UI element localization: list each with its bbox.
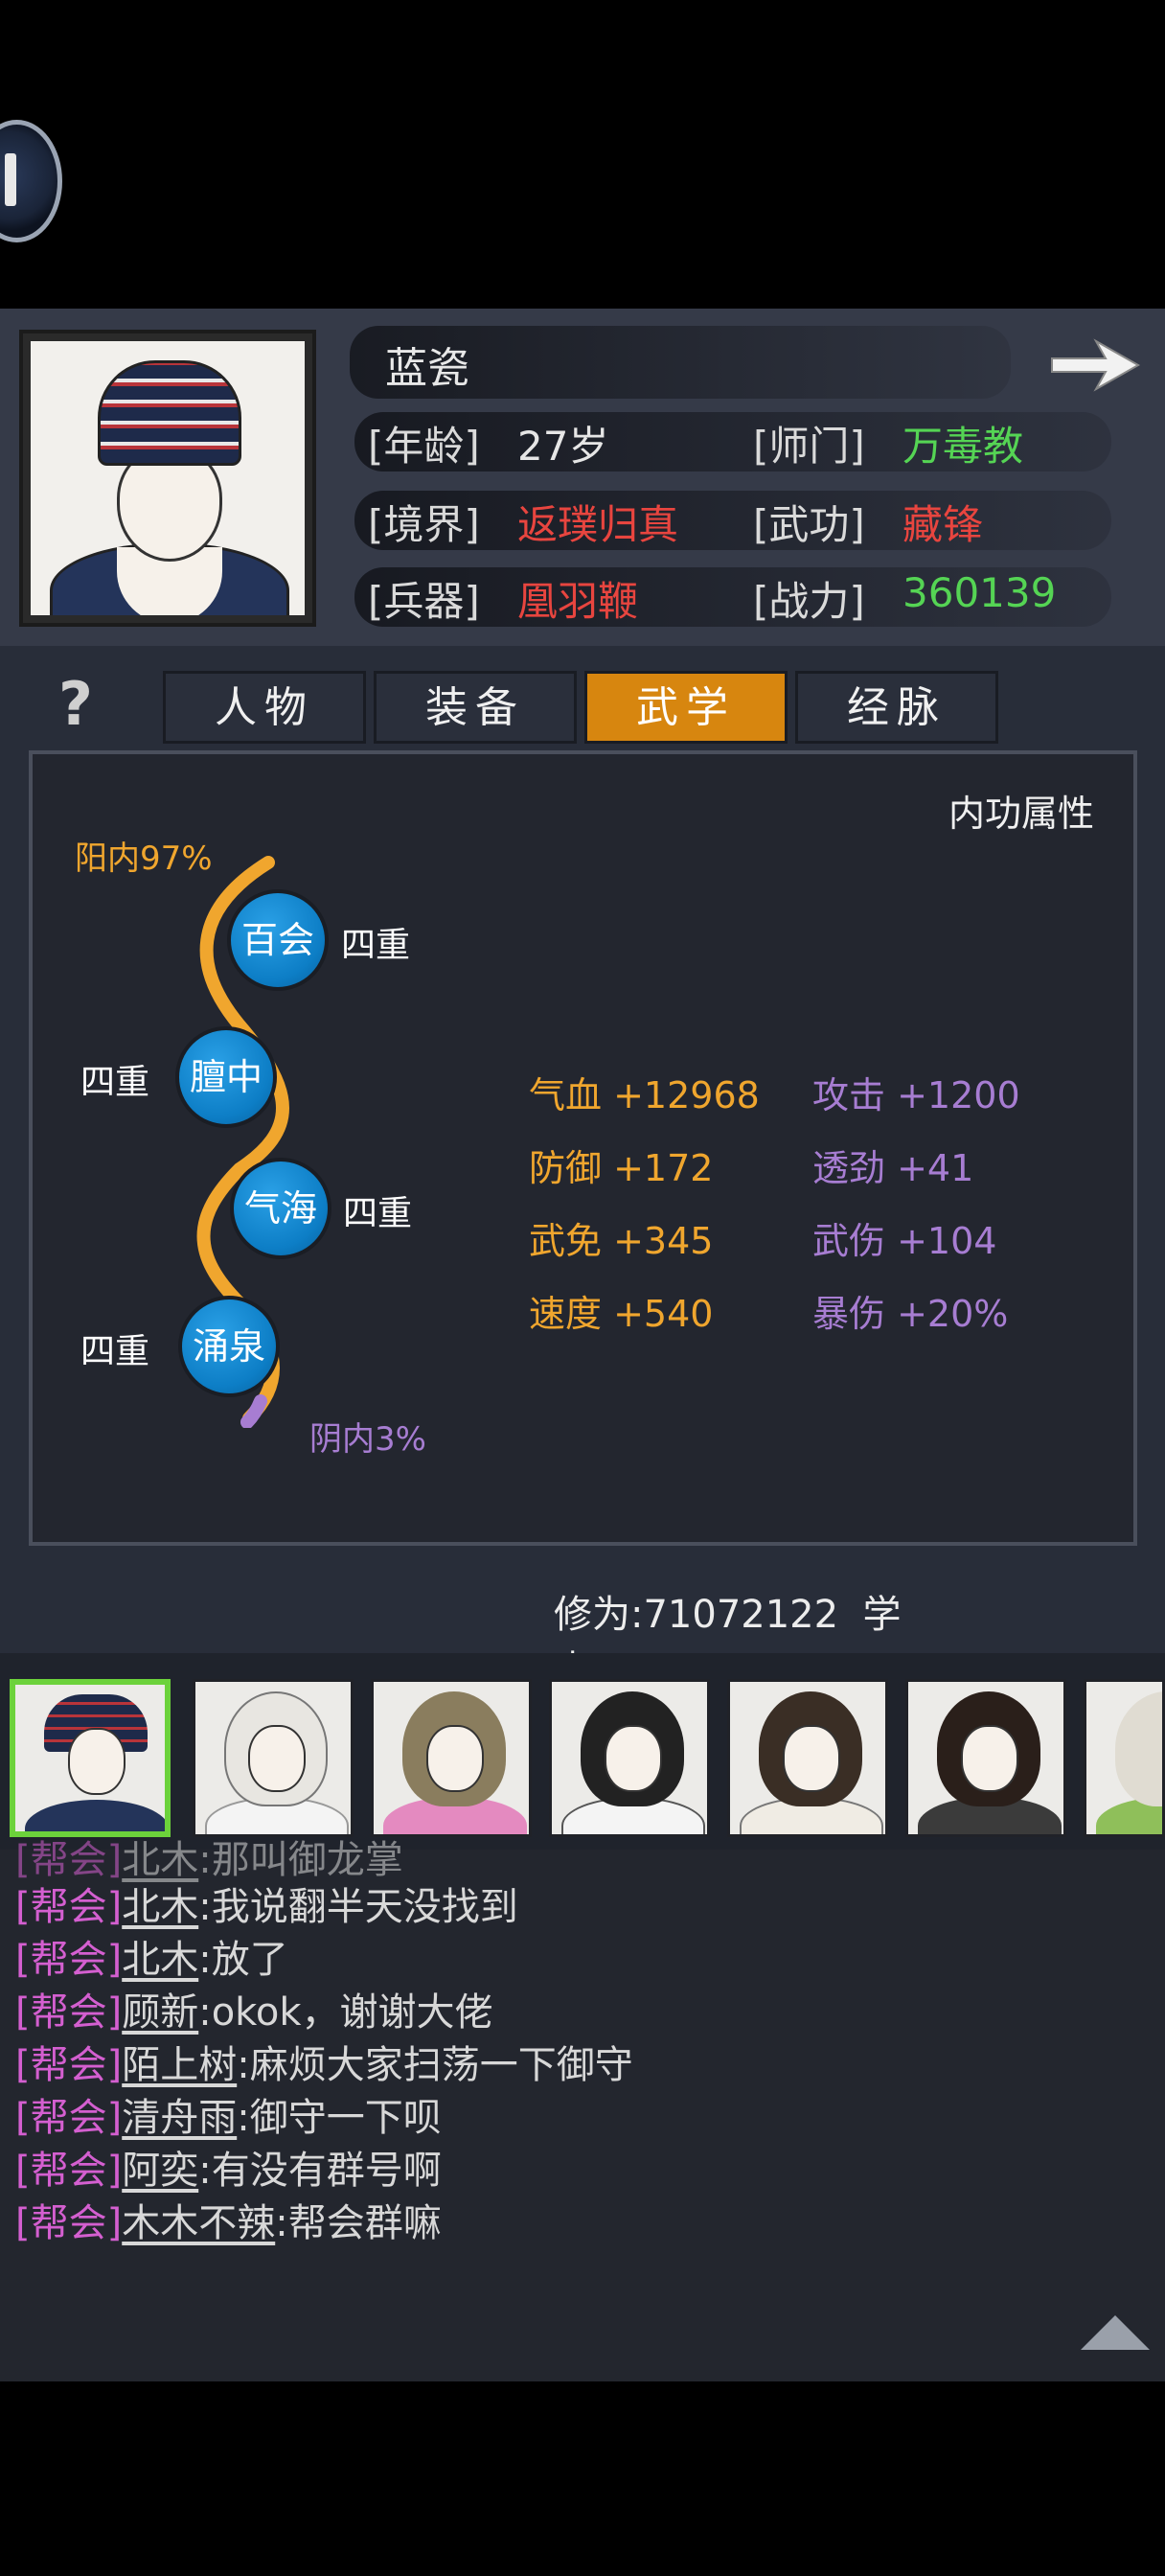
chat-line: [帮会]清舟雨:御守一下呗 — [15, 2086, 442, 2142]
chat-line: [帮会]陌上树:麻烦大家扫荡一下御守 — [15, 2034, 633, 2089]
panel-title: 内功属性 — [948, 793, 1095, 835]
character-name: 蓝瓷 — [385, 344, 469, 393]
chat-line: [帮会]北木:我说翻半天没找到 — [15, 1875, 518, 1931]
tab-equipment[interactable]: 装备 — [374, 671, 577, 744]
weapon-value: 凰羽鞭 — [517, 578, 639, 625]
tab-character[interactable]: 人物 — [163, 671, 366, 744]
chat-channel: [帮会] — [15, 1938, 123, 1982]
character-thumb[interactable] — [371, 1679, 532, 1837]
chat-channel: [帮会] — [15, 2201, 123, 2245]
realm-label: [境界] — [368, 501, 480, 548]
character-thumb[interactable] — [727, 1679, 888, 1837]
chat-channel: [帮会] — [15, 1990, 123, 2035]
node-qihai[interactable]: 气海 — [230, 1158, 331, 1259]
chat-message: :御守一下呗 — [237, 2096, 442, 2140]
bottom-area — [0, 2381, 1165, 2576]
next-character-arrow-icon[interactable] — [1046, 332, 1147, 399]
chat-username[interactable]: 木木不辣 — [122, 2201, 275, 2245]
chat-channel: [帮会] — [15, 1885, 123, 1929]
chat-username[interactable]: 清舟雨 — [122, 2096, 237, 2140]
node-yongquan[interactable]: 涌泉 — [178, 1296, 280, 1397]
help-button[interactable]: ? — [46, 671, 105, 738]
chat-message: :有没有群号啊 — [198, 2149, 442, 2193]
cultivation-value: 修为:71072122 — [554, 1593, 839, 1637]
character-thumb[interactable] — [193, 1679, 354, 1837]
status-area — [0, 0, 1165, 309]
character-thumb[interactable] — [549, 1679, 710, 1837]
node-level: 四重 — [343, 1194, 413, 1233]
sect-value: 万毒教 — [902, 423, 1024, 470]
realm-value: 返璞归真 — [517, 501, 679, 548]
chat-channel: [帮会] — [15, 2096, 123, 2140]
chat-line: [帮会]阿奕:有没有群号啊 — [15, 2139, 442, 2195]
chat-message: :麻烦大家扫荡一下御守 — [237, 2043, 633, 2087]
node-level: 四重 — [80, 1332, 150, 1371]
node-level: 四重 — [80, 1063, 150, 1102]
power-label: [战力] — [753, 578, 865, 625]
chat-username[interactable]: 陌上树 — [122, 2043, 237, 2087]
attr-martial-damage: 武伤 +104 — [812, 1220, 997, 1262]
chat-message: :放了 — [198, 1938, 288, 1982]
chat-line: [帮会]顾新:okok，谢谢大佬 — [15, 1981, 493, 2036]
chat-username[interactable]: 北木 — [122, 1938, 198, 1982]
chat-channel: [帮会] — [15, 2043, 123, 2087]
node-danzhong[interactable]: 膻中 — [175, 1026, 277, 1128]
chat-message: :我说翻半天没找到 — [198, 1885, 518, 1929]
power-value: 360139 — [902, 569, 1057, 616]
attr-penetration: 透劲 +41 — [812, 1147, 974, 1189]
scroll-up-icon[interactable] — [1081, 2315, 1150, 2350]
chat-username[interactable]: 北木 — [122, 1885, 198, 1929]
chat-line: [帮会]木木不辣:帮会群嘛 — [15, 2192, 442, 2247]
character-thumb[interactable] — [905, 1679, 1066, 1837]
age-label: [年龄] — [368, 423, 480, 470]
attr-martial-immunity: 武免 +345 — [529, 1220, 714, 1262]
attr-speed: 速度 +540 — [529, 1293, 714, 1335]
character-thumb[interactable] — [10, 1679, 171, 1837]
chat-message: :帮会群嘛 — [275, 2201, 442, 2245]
sect-label: [师门] — [753, 423, 865, 470]
chat-username[interactable]: 顾新 — [122, 1990, 198, 2035]
skill-value: 藏锋 — [902, 501, 984, 548]
character-thumb[interactable] — [1084, 1679, 1165, 1837]
chat-channel: [帮会] — [15, 2149, 123, 2193]
weapon-label: [兵器] — [368, 578, 480, 625]
tab-martial-arts[interactable]: 武学 — [584, 671, 788, 744]
node-level: 四重 — [341, 926, 411, 965]
chat-line: [帮会]北木:放了 — [15, 1928, 288, 1984]
character-portrait — [19, 330, 316, 627]
age-value: 27岁 — [517, 423, 609, 470]
chat-username[interactable]: 阿奕 — [122, 2149, 198, 2193]
attr-attack: 攻击 +1200 — [812, 1074, 1020, 1116]
yin-percentage: 阴内3% — [309, 1420, 426, 1459]
tab-meridians[interactable]: 经脉 — [795, 671, 998, 744]
chat-message: :okok，谢谢大佬 — [198, 1990, 493, 2035]
menu-icon — [5, 153, 16, 206]
attr-crit-damage: 暴伤 +20% — [812, 1293, 1009, 1335]
skill-label: [武功] — [753, 501, 865, 548]
node-baihui[interactable]: 百会 — [227, 889, 329, 991]
attr-defense: 防御 +172 — [529, 1147, 714, 1189]
attr-hp: 气血 +12968 — [529, 1074, 760, 1116]
